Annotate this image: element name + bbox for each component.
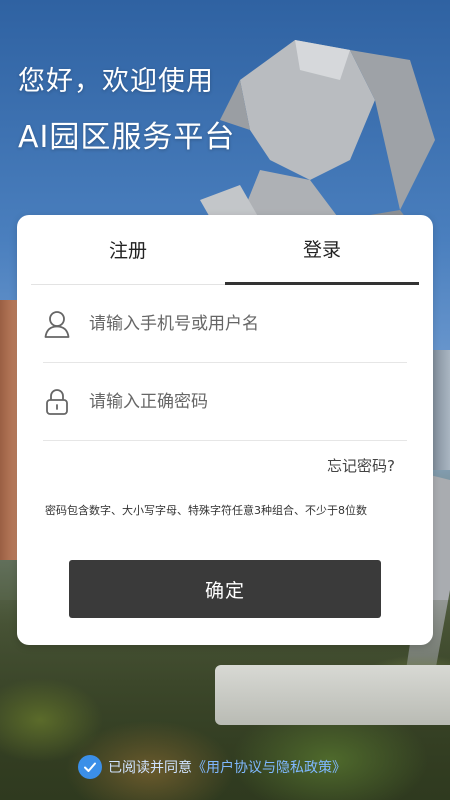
password-field — [43, 363, 407, 441]
user-icon — [43, 309, 71, 339]
pedestal — [215, 665, 450, 725]
username-input[interactable] — [89, 313, 407, 334]
password-hint: 密码包含数字、大小写字母、特殊字符任意3种组合、不少于8位数 — [45, 504, 367, 517]
lock-icon — [43, 387, 71, 417]
auth-card: 注册 登录 忘记密码? 密码包含数字、大小写字母、特殊字符任意3种组合、不少于8… — [17, 215, 433, 645]
agreement-row: 已阅读并同意 《用户协议与隐私政策》 — [78, 755, 346, 779]
agreement-policy-link[interactable]: 《用户协议与隐私政策》 — [192, 757, 346, 777]
agreement-checkbox[interactable] — [78, 755, 102, 779]
tab-login[interactable]: 登录 — [225, 215, 419, 285]
greeting-line-1: 您好，欢迎使用 — [18, 66, 214, 97]
confirm-button[interactable]: 确定 — [69, 560, 381, 618]
building-right — [432, 350, 450, 470]
greeting: 您好，欢迎使用 AI园区服务平台 — [18, 62, 235, 160]
checkmark-icon — [84, 762, 96, 772]
username-field — [43, 285, 407, 363]
agreement-prefix: 已阅读并同意 — [108, 760, 192, 776]
forgot-password-link[interactable]: 忘记密码? — [327, 455, 395, 476]
tab-register[interactable]: 注册 — [31, 215, 225, 285]
password-input[interactable] — [89, 391, 407, 412]
auth-tabs: 注册 登录 — [31, 215, 419, 285]
greeting-line-2: AI园区服务平台 — [18, 120, 236, 155]
